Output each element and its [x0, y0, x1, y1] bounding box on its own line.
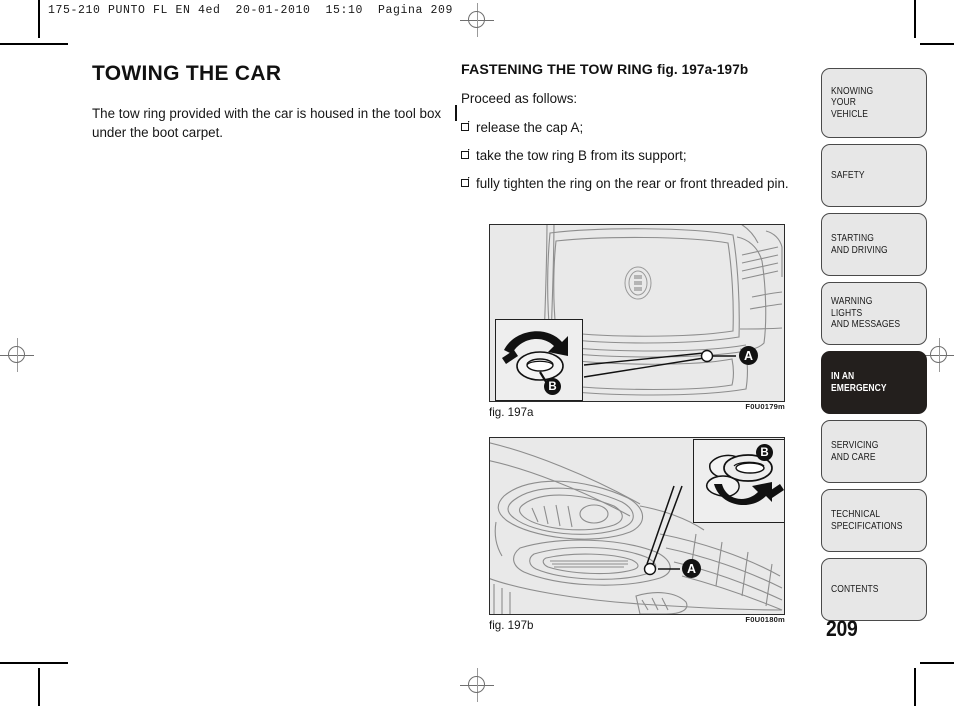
subtitle-figure-reference: fig. 197a-197b — [656, 62, 749, 77]
step-text: release the cap A; — [476, 120, 584, 135]
sidebar-tab-servicing-and-care[interactable]: SERVICING AND CARE — [821, 420, 927, 483]
figure-197b-code: F0U0180m — [745, 615, 785, 624]
page-number: 209 — [826, 616, 858, 641]
crop-mark-bottom-left-vertical — [38, 668, 40, 706]
sidebar-tab-label: STARTING AND DRIVING — [831, 232, 888, 256]
subtitle-main-text: FASTENING THE TOW RING — [461, 62, 653, 78]
crop-mark-bottom-right-vertical — [914, 668, 916, 706]
sidebar-tab-in-an-emergency[interactable]: IN AN EMERGENCY — [821, 351, 927, 414]
square-bullet-icon — [460, 148, 469, 159]
sidebar-tab-technical-specifications[interactable]: TECHNICAL SPECIFICATIONS — [821, 489, 927, 552]
left-column: TOWING THE CAR The tow ring provided wit… — [92, 62, 452, 142]
sidebar-tab-label: TECHNICAL SPECIFICATIONS — [831, 508, 903, 532]
crop-mark-top-left-horizontal — [0, 43, 68, 45]
sidebar-tab-knowing-your-vehicle[interactable]: KNOWING YOUR VEHICLE — [821, 68, 927, 138]
column-divider — [455, 105, 457, 121]
sidebar-tab-label: IN AN EMERGENCY — [831, 370, 887, 394]
figure-197b-inset: B — [693, 439, 784, 523]
sidebar-tab-contents[interactable]: CONTENTS — [821, 558, 927, 621]
callout-badge-b: B — [756, 444, 773, 461]
figure-197b: B A fig. 197b F0U0180m — [489, 437, 785, 632]
print-header-text: 175-210 PUNTO FL EN 4ed 20-01-2010 15:10… — [48, 4, 454, 17]
crop-mark-top-right-vertical — [914, 0, 916, 38]
list-item: release the cap A; — [460, 119, 806, 136]
sidebar-tab-label: WARNING LIGHTS AND MESSAGES — [831, 296, 901, 331]
step-text: take the tow ring B from its support; — [476, 148, 687, 163]
section-tabs-sidebar: KNOWING YOUR VEHICLE SAFETY STARTING AND… — [821, 68, 927, 627]
square-bullet-icon — [460, 176, 469, 187]
list-item: fully tighten the ring on the rear or fr… — [460, 175, 806, 192]
sidebar-tab-label: SAFETY — [831, 169, 865, 181]
page-title: TOWING THE CAR — [92, 62, 282, 85]
crop-mark-top-right-horizontal — [920, 43, 954, 45]
step-text: fully tighten the ring on the rear or fr… — [476, 176, 789, 191]
manual-page: 175-210 PUNTO FL EN 4ed 20-01-2010 15:10… — [0, 0, 954, 706]
sidebar-tab-label: CONTENTS — [831, 583, 879, 595]
intro-paragraph: The tow ring provided with the car is ho… — [92, 106, 442, 140]
figure-197a-inset: B — [495, 319, 583, 401]
header-rule — [38, 2, 40, 28]
figure-197b-image: B A — [489, 437, 785, 615]
sidebar-tab-label: KNOWING YOUR VEHICLE — [831, 85, 874, 120]
figure-197a-caption: fig. 197a — [489, 406, 534, 419]
sidebar-tab-warning-lights-and-messages[interactable]: WARNING LIGHTS AND MESSAGES — [821, 282, 927, 345]
figure-197a-code: F0U0179m — [745, 402, 785, 411]
tow-ring-detail-illustration — [502, 331, 568, 391]
figure-197a-image: B A — [489, 224, 785, 402]
registration-mark-top — [460, 3, 494, 37]
figure-197a: B A fig. 197a F0U0179m — [489, 224, 785, 419]
right-column: FASTENING THE TOW RING fig. 197a-197b Pr… — [460, 62, 806, 203]
sidebar-tab-safety[interactable]: SAFETY — [821, 144, 927, 207]
sidebar-tab-starting-and-driving[interactable]: STARTING AND DRIVING — [821, 213, 927, 276]
crop-mark-bottom-left-horizontal — [0, 662, 68, 664]
callout-badge-a: A — [739, 346, 758, 365]
steps-list: release the cap A; take the tow ring B f… — [460, 119, 806, 192]
callout-badge-b: B — [544, 378, 561, 395]
list-item: take the tow ring B from its support; — [460, 147, 806, 164]
sidebar-tab-label: SERVICING AND CARE — [831, 439, 879, 463]
figure-197b-caption: fig. 197b — [489, 619, 534, 632]
section-subtitle: FASTENING THE TOW RING fig. 197a-197b — [461, 62, 806, 78]
crop-mark-bottom-right-horizontal — [920, 662, 954, 664]
square-bullet-icon — [460, 120, 469, 131]
callout-badge-a: A — [682, 559, 701, 578]
lead-text: Proceed as follows: — [461, 91, 578, 106]
registration-mark-bottom — [460, 668, 494, 702]
registration-mark-left — [0, 338, 34, 372]
